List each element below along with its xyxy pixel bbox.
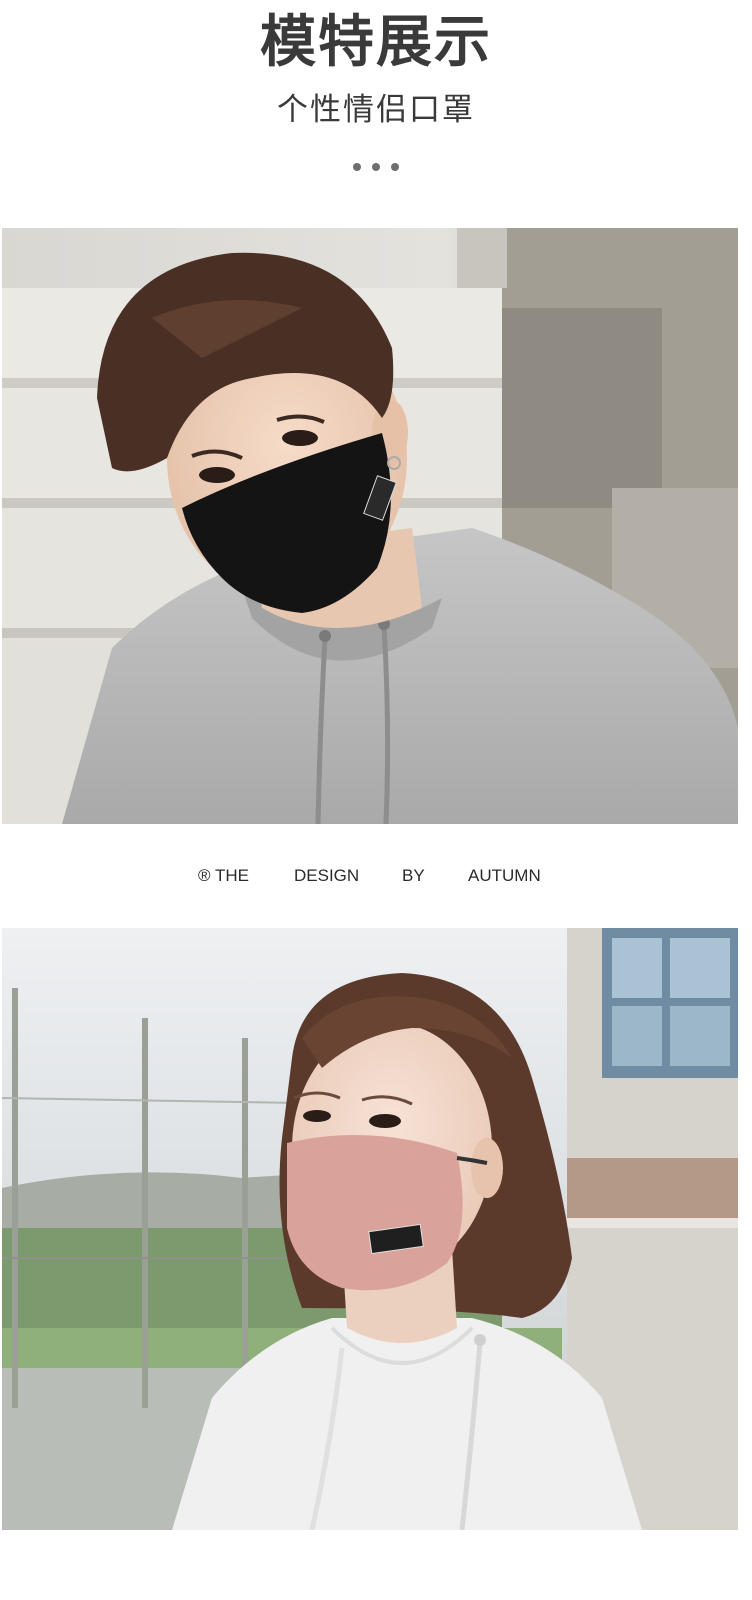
dot-icon — [372, 163, 380, 171]
dot-icon — [391, 163, 399, 171]
page-subtitle: 个性情侣口罩 — [277, 92, 475, 128]
male-model-black-mask-photo — [2, 228, 738, 824]
design-tagline: ® THE DESIGN BY AUTUMN — [0, 866, 752, 892]
tagline-word-autumn: AUTUMN — [468, 866, 541, 885]
dot-icon — [353, 163, 361, 171]
tagline-word-the: ® THE — [198, 866, 249, 885]
page-header: 模特展示 个性情侣口罩 — [0, 0, 752, 225]
page-title: 模特展示 — [260, 10, 492, 75]
tagline-word-by: BY — [402, 866, 425, 885]
female-model-pink-mask-photo — [2, 928, 738, 1530]
ellipsis-dots-icon — [353, 163, 399, 173]
tagline-word-design: DESIGN — [294, 866, 360, 885]
